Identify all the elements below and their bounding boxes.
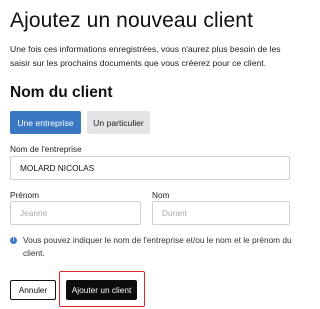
company-name-label: Nom de l'entreprise [10, 144, 82, 154]
last-name-label: Nom [152, 190, 170, 200]
info-text: Vous pouvez indiquer le nom de l'entrepr… [23, 235, 292, 258]
info-note: i Vous pouvez indiquer le nom de l'entre… [10, 234, 295, 260]
first-name-label: Prénom [10, 190, 40, 200]
cancel-button[interactable]: Annuler [10, 280, 56, 300]
page-title: Ajoutez un nouveau client [10, 9, 254, 32]
add-client-button[interactable]: Ajouter un client [66, 280, 137, 300]
first-name-input[interactable] [10, 201, 141, 225]
client-type-company-button[interactable]: Une entreprise [10, 111, 81, 134]
company-name-input[interactable] [10, 156, 290, 180]
info-icon: i [10, 237, 17, 244]
last-name-input[interactable] [152, 201, 290, 225]
client-type-individual-button[interactable]: Un particulier [87, 111, 150, 134]
section-title: Nom du client [10, 84, 113, 101]
intro-text: Une fois ces informations enregistrées, … [10, 44, 281, 68]
